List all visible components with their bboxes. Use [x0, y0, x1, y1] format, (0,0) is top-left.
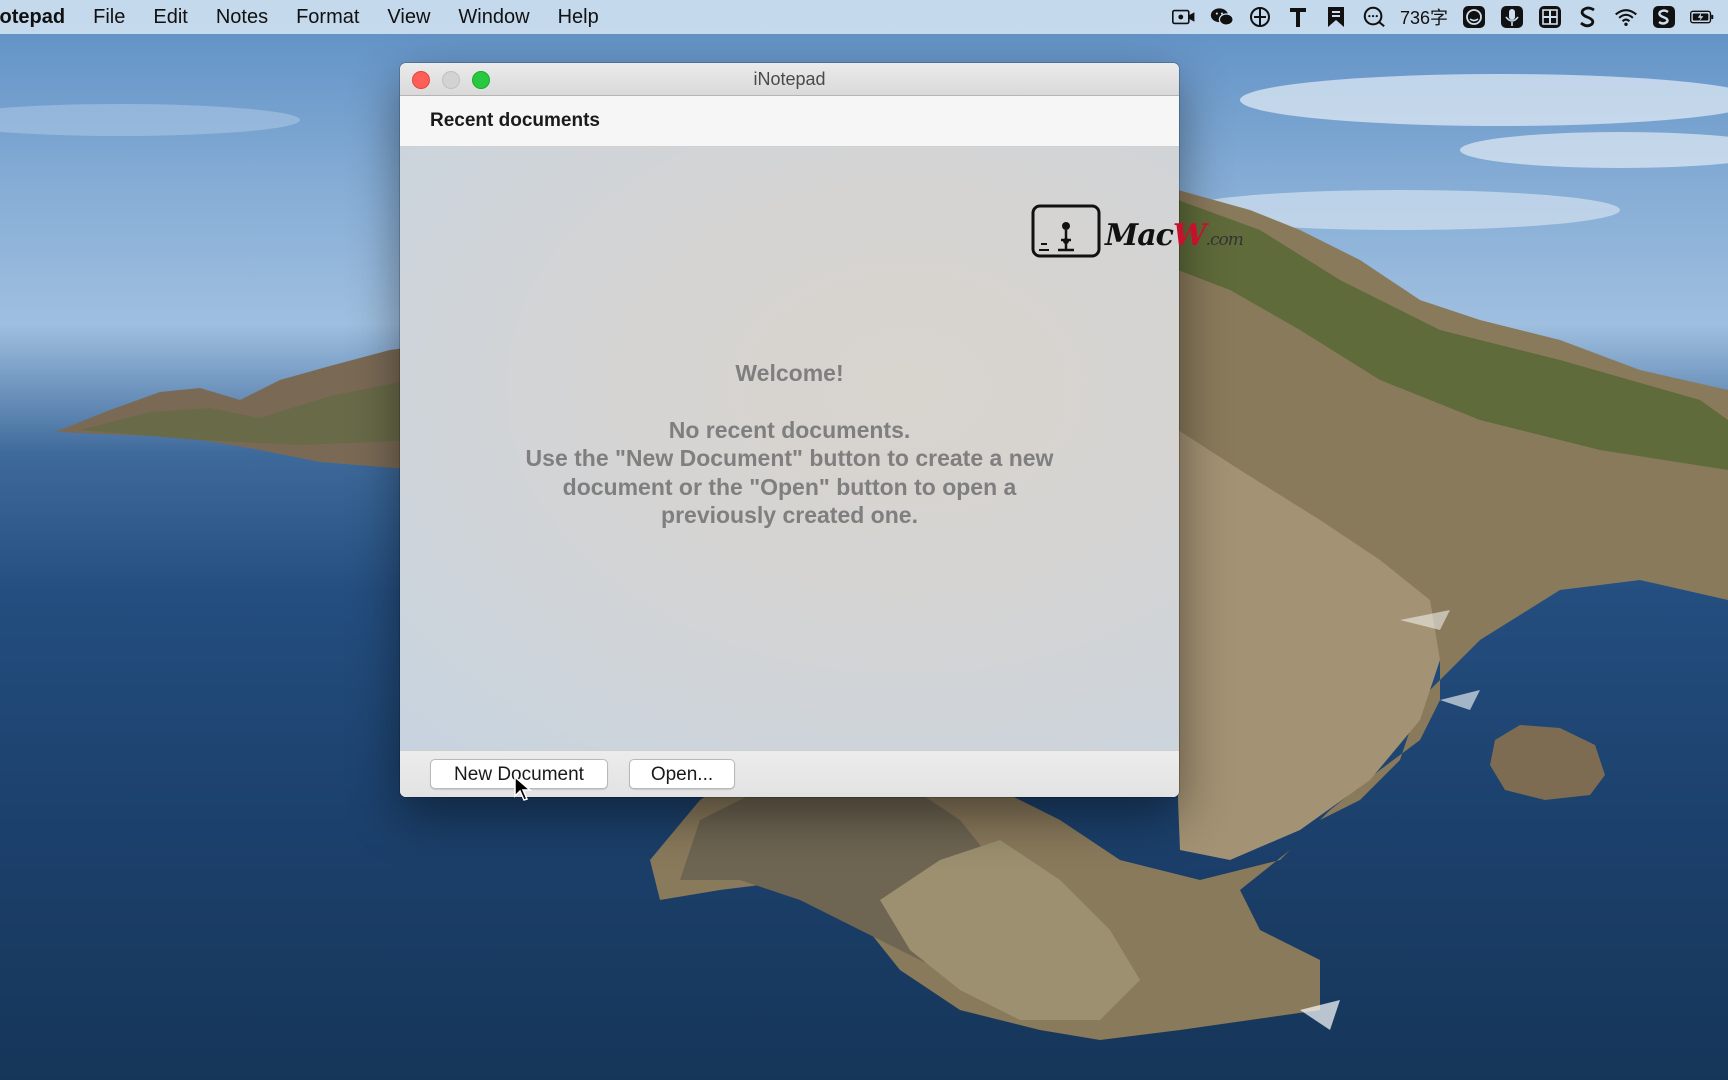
screen-record-icon[interactable] [1171, 5, 1196, 29]
battery-charging-icon[interactable] [1690, 5, 1714, 29]
recent-documents-header: Recent documents [400, 96, 1179, 147]
welcome-message: Welcome! No recent documents. Use the "N… [400, 359, 1179, 530]
window-title: iNotepad [753, 69, 826, 89]
menu-view[interactable]: View [387, 6, 430, 29]
menu-format[interactable]: Format [296, 6, 359, 29]
wifi-icon[interactable] [1614, 5, 1638, 29]
menu-notes[interactable]: Notes [216, 6, 268, 29]
menu-app-name[interactable]: lotepad [0, 6, 65, 29]
welcome-line: No recent documents. [668, 416, 911, 443]
menu-bar: lotepad File Edit Notes Format View Wind… [0, 0, 1728, 34]
chat-bubble-icon[interactable] [1362, 5, 1386, 29]
watermark-text: MacW.com [1105, 218, 1244, 253]
menu-window[interactable]: Window [458, 6, 529, 29]
watermark-monitor-icon [1031, 204, 1101, 258]
recent-documents-label: Recent documents [430, 110, 600, 131]
wechat-icon[interactable] [1210, 5, 1234, 29]
welcome-line: document or the "Open" button to open a [562, 473, 1017, 500]
mouse-cursor-icon [514, 775, 533, 807]
bookmark-icon[interactable] [1324, 5, 1348, 29]
microphone-icon[interactable] [1500, 5, 1524, 29]
window-titlebar[interactable]: iNotepad [400, 63, 1179, 96]
grid-icon[interactable] [1538, 5, 1562, 29]
input-method-icon[interactable] [1248, 5, 1272, 29]
word-count-indicator[interactable]: 736字 [1400, 4, 1448, 30]
s-app-icon[interactable] [1576, 5, 1600, 29]
welcome-title: Welcome! [735, 360, 844, 386]
text-t-icon[interactable] [1286, 5, 1310, 29]
inotepad-window: iNotepad Recent documents Welcome! No re… [400, 63, 1179, 797]
welcome-line: Use the "New Document" button to create … [525, 445, 1054, 471]
menu-help[interactable]: Help [558, 6, 599, 29]
welcome-line: previously created one. [661, 502, 918, 528]
open-button[interactable]: Open... [629, 759, 735, 789]
menu-file[interactable]: File [93, 6, 125, 29]
menu-edit[interactable]: Edit [153, 6, 187, 29]
macw-watermark: MacW.com [1031, 204, 1244, 270]
face-icon[interactable] [1462, 5, 1486, 29]
status-menu-area: 736字 [1171, 0, 1714, 34]
sogou-icon[interactable] [1652, 5, 1676, 29]
